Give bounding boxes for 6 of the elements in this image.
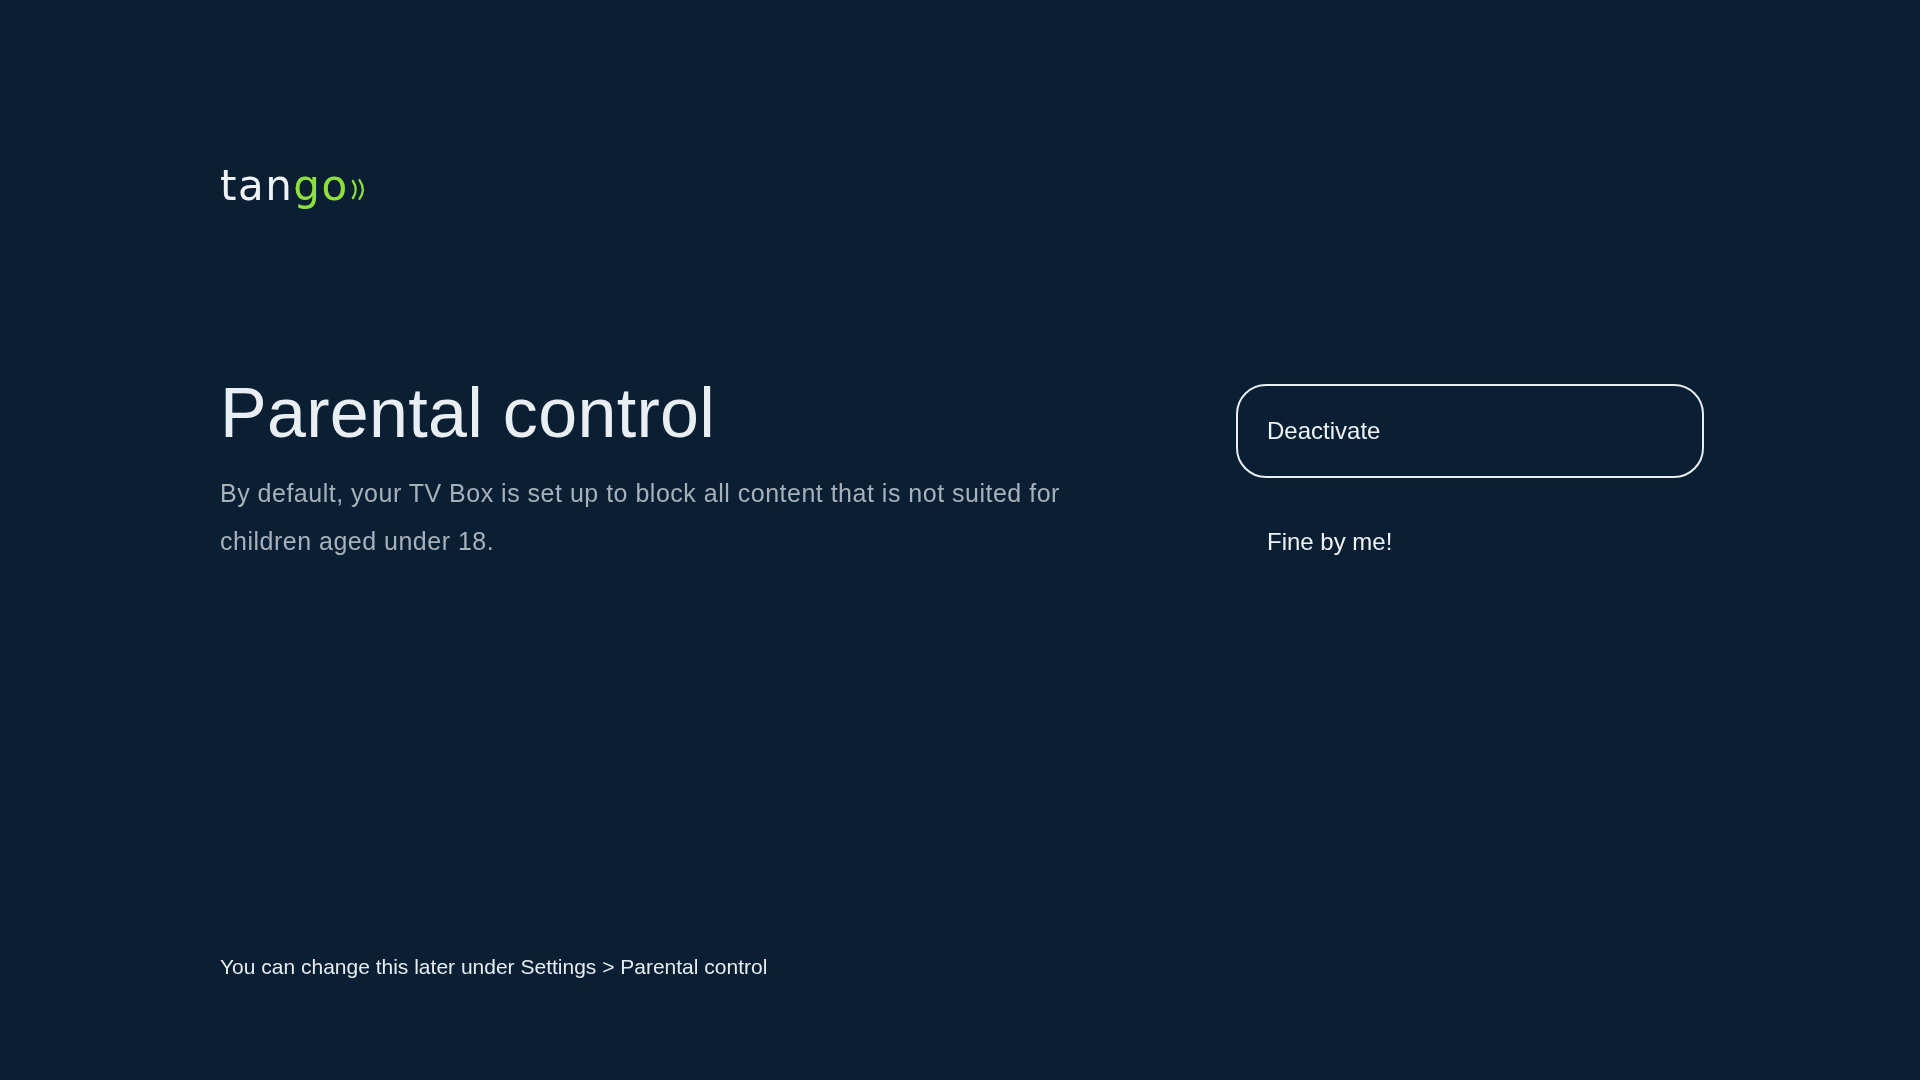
footer-note: You can change this later under Settings > Parental control [220,955,768,979]
description-text: By default, your TV Box is set up to block all content that is not suited for children aged under 18. [220,478,1061,557]
page-title: Parental control [220,373,717,453]
option-button[interactable]: Deactivate [1236,384,1704,478]
logo-wordmark: tango [220,162,349,210]
option-button[interactable]: Fine by me! [1236,495,1704,589]
